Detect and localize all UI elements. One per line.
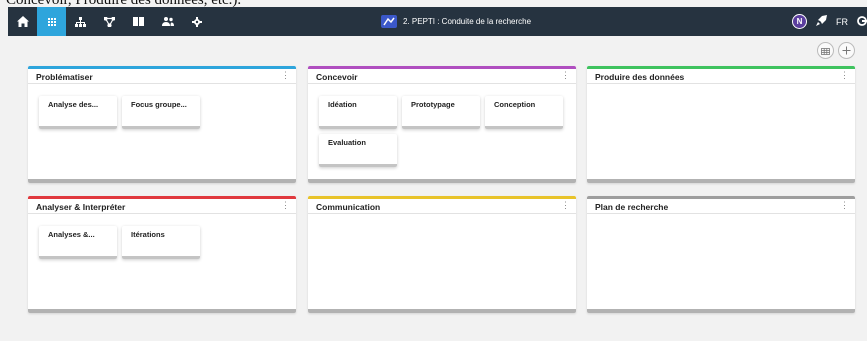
card-label: Analyses &... — [48, 230, 95, 239]
card-footer — [319, 126, 397, 129]
card-evaluation[interactable]: Evaluation — [319, 134, 397, 167]
panel-header: Problématiser ⋮ — [28, 69, 296, 84]
logout-icon[interactable] — [857, 15, 867, 28]
panel-header: Analyser & Interpréter ⋮ — [28, 199, 296, 214]
panel-footer — [308, 309, 576, 313]
kebab-menu-icon[interactable]: ⋮ — [840, 71, 849, 80]
user-avatar[interactable]: N — [792, 14, 807, 29]
nav-grid-button[interactable] — [37, 7, 66, 36]
card-ideation[interactable]: Idéation — [319, 96, 397, 129]
card-prototypage[interactable]: Prototypage — [402, 96, 480, 129]
card-label: Conception — [494, 100, 536, 109]
top-navigation-bar: 2. PEPTI : Conduite de la recherche N FR — [8, 7, 867, 36]
card-label: Idéation — [328, 100, 357, 109]
card-iterations[interactable]: Itérations — [122, 226, 200, 259]
add-button[interactable] — [838, 42, 855, 59]
panel-footer — [308, 179, 576, 183]
card-analyses[interactable]: Analyses &... — [39, 226, 117, 259]
nav-sitemap-button[interactable] — [66, 7, 95, 36]
kebab-menu-icon[interactable]: ⋮ — [281, 201, 290, 210]
kebab-menu-icon[interactable]: ⋮ — [840, 201, 849, 210]
card-label: Focus groupe... — [131, 100, 187, 109]
table-icon — [821, 42, 830, 60]
users-icon — [161, 17, 174, 26]
panel-title: Concevoir — [316, 72, 358, 82]
card-label: Prototypage — [411, 100, 455, 109]
nav-settings-button[interactable] — [182, 7, 211, 36]
card-conception[interactable]: Conception — [485, 96, 563, 129]
card-focus-groupe[interactable]: Focus groupe... — [122, 96, 200, 129]
panel-concevoir: Concevoir ⋮ Idéation Prototypage Concept… — [308, 66, 576, 183]
panel-title: Plan de recherche — [595, 202, 669, 212]
card-label: Itérations — [131, 230, 165, 239]
home-icon — [16, 16, 29, 27]
card-analyse-des[interactable]: Analyse des... — [39, 96, 117, 129]
panel-title: Analyser & Interpréter — [36, 202, 126, 212]
panel-title: Problématiser — [36, 72, 93, 82]
network-icon — [104, 16, 115, 27]
table-view-button[interactable] — [817, 42, 834, 59]
card-footer — [39, 256, 117, 259]
panel-header: Concevoir ⋮ — [308, 69, 576, 84]
panel-communication: Communication ⋮ — [308, 196, 576, 313]
project-title: 2. PEPTI : Conduite de la recherche — [403, 17, 532, 26]
language-selector[interactable]: FR — [836, 17, 848, 27]
nav-book-button[interactable] — [124, 7, 153, 36]
card-footer — [402, 126, 480, 129]
kebab-menu-icon[interactable]: ⋮ — [281, 71, 290, 80]
card-footer — [122, 126, 200, 129]
card-footer — [485, 126, 563, 129]
panel-header: Communication ⋮ — [308, 199, 576, 214]
panel-analyser-interpreter: Analyser & Interpréter ⋮ Analyses &... I… — [28, 196, 296, 313]
grid-icon — [47, 17, 56, 26]
book-icon — [133, 17, 144, 26]
nav-home-button[interactable] — [8, 7, 37, 36]
card-footer — [319, 164, 397, 167]
user-tools: N FR — [792, 7, 867, 36]
panel-produire-des-donnees: Produire des données ⋮ — [587, 66, 855, 183]
panel-footer — [587, 179, 855, 183]
rocket-icon[interactable] — [816, 15, 827, 28]
nav-users-button[interactable] — [153, 7, 182, 36]
panel-header: Plan de recherche ⋮ — [587, 199, 855, 214]
panel-footer — [28, 309, 296, 313]
panel-footer — [28, 179, 296, 183]
plus-icon — [842, 42, 851, 60]
panel-title: Communication — [316, 202, 381, 212]
panel-problematiser: Problématiser ⋮ Analyse des... Focus gro… — [28, 66, 296, 183]
gear-icon — [191, 16, 202, 27]
card-footer — [122, 256, 200, 259]
sitemap-icon — [75, 16, 86, 27]
panel-plan-de-recherche: Plan de recherche ⋮ — [587, 196, 855, 313]
kebab-menu-icon[interactable]: ⋮ — [561, 71, 570, 80]
panel-title: Produire des données — [595, 72, 685, 82]
card-label: Evaluation — [328, 138, 366, 147]
project-title-area[interactable]: 2. PEPTI : Conduite de la recherche — [381, 7, 531, 36]
card-label: Analyse des... — [48, 100, 99, 109]
project-icon — [381, 15, 397, 28]
card-footer — [39, 126, 117, 129]
kebab-menu-icon[interactable]: ⋮ — [561, 201, 570, 210]
panel-footer — [587, 309, 855, 313]
panel-header: Produire des données ⋮ — [587, 69, 855, 84]
nav-network-button[interactable] — [95, 7, 124, 36]
